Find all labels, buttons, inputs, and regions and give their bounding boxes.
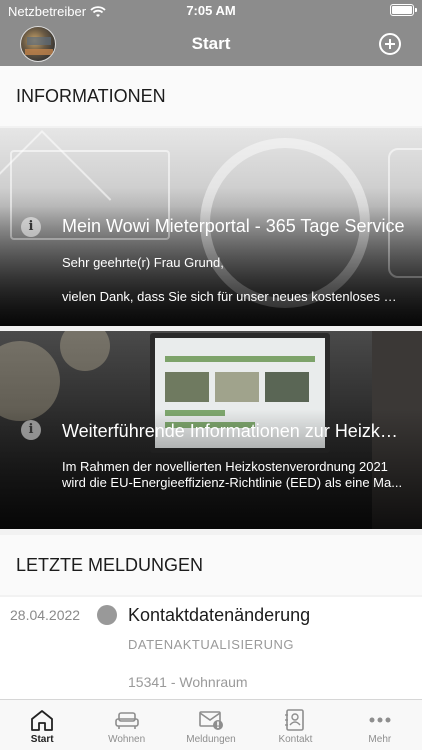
tab-bar: Start Wohnen Meldungen Kontakt Mehr xyxy=(0,699,422,750)
info-card[interactable]: i Mein Wowi Mieterportal - 365 Tage Serv… xyxy=(0,128,422,326)
tab-label: Meldungen xyxy=(186,734,236,745)
section-header-informationen: INFORMATIONEN xyxy=(0,66,422,126)
news-title: Kontaktdatenänderung xyxy=(128,605,311,625)
tab-wohnen[interactable]: Wohnen xyxy=(84,700,168,750)
card-title: Weiterführende Informationen zur Heizkos… xyxy=(62,421,406,441)
clock: 7:05 AM xyxy=(186,3,236,18)
tab-label: Wohnen xyxy=(108,734,146,745)
sofa-icon xyxy=(114,712,139,729)
battery-icon xyxy=(390,4,417,16)
card-title: Mein Wowi Mieterportal - 365 Tage Servic… xyxy=(62,216,405,236)
status-dot-icon xyxy=(97,605,117,625)
navigation-bar: Start xyxy=(0,22,422,66)
mail-alert-icon xyxy=(199,711,224,730)
info-icon: i xyxy=(21,217,41,237)
card-text: vielen Dank, dass Sie sich für unser neu… xyxy=(62,289,406,304)
tab-label: Start xyxy=(30,734,54,745)
info-icon: i xyxy=(21,420,41,440)
info-card[interactable]: i Weiterführende Informationen zur Heizk… xyxy=(0,331,422,529)
list-item[interactable]: 28.04.2022 Kontaktdatenänderung DATENAKT… xyxy=(0,597,422,699)
card-text: Sehr geehrte(r) Frau Grund, xyxy=(62,255,224,270)
tab-start[interactable]: Start xyxy=(0,700,84,750)
tab-kontakt[interactable]: Kontakt xyxy=(253,700,337,750)
contact-book-icon xyxy=(285,709,305,731)
home-icon xyxy=(31,710,54,731)
tab-mehr[interactable]: Mehr xyxy=(338,700,422,750)
status-bar: Netzbetreiber 7:05 AM xyxy=(0,0,422,22)
page-title: Start xyxy=(191,34,231,53)
news-unit: 15341 - Wohnraum xyxy=(128,674,248,690)
news-date: 28.04.2022 xyxy=(10,607,81,623)
tab-meldungen[interactable]: Meldungen xyxy=(169,700,253,750)
card-text: Im Rahmen der novellierten Heizkostenver… xyxy=(62,459,403,490)
news-category: DATENAKTUALISIERUNG xyxy=(128,637,295,652)
tab-label: Kontakt xyxy=(278,734,313,745)
section-header-letzte-meldungen: LETZTE MELDUNGEN xyxy=(0,535,422,595)
tab-label: Mehr xyxy=(368,734,392,745)
plus-circle-icon[interactable] xyxy=(378,32,402,56)
more-icon xyxy=(369,717,391,723)
